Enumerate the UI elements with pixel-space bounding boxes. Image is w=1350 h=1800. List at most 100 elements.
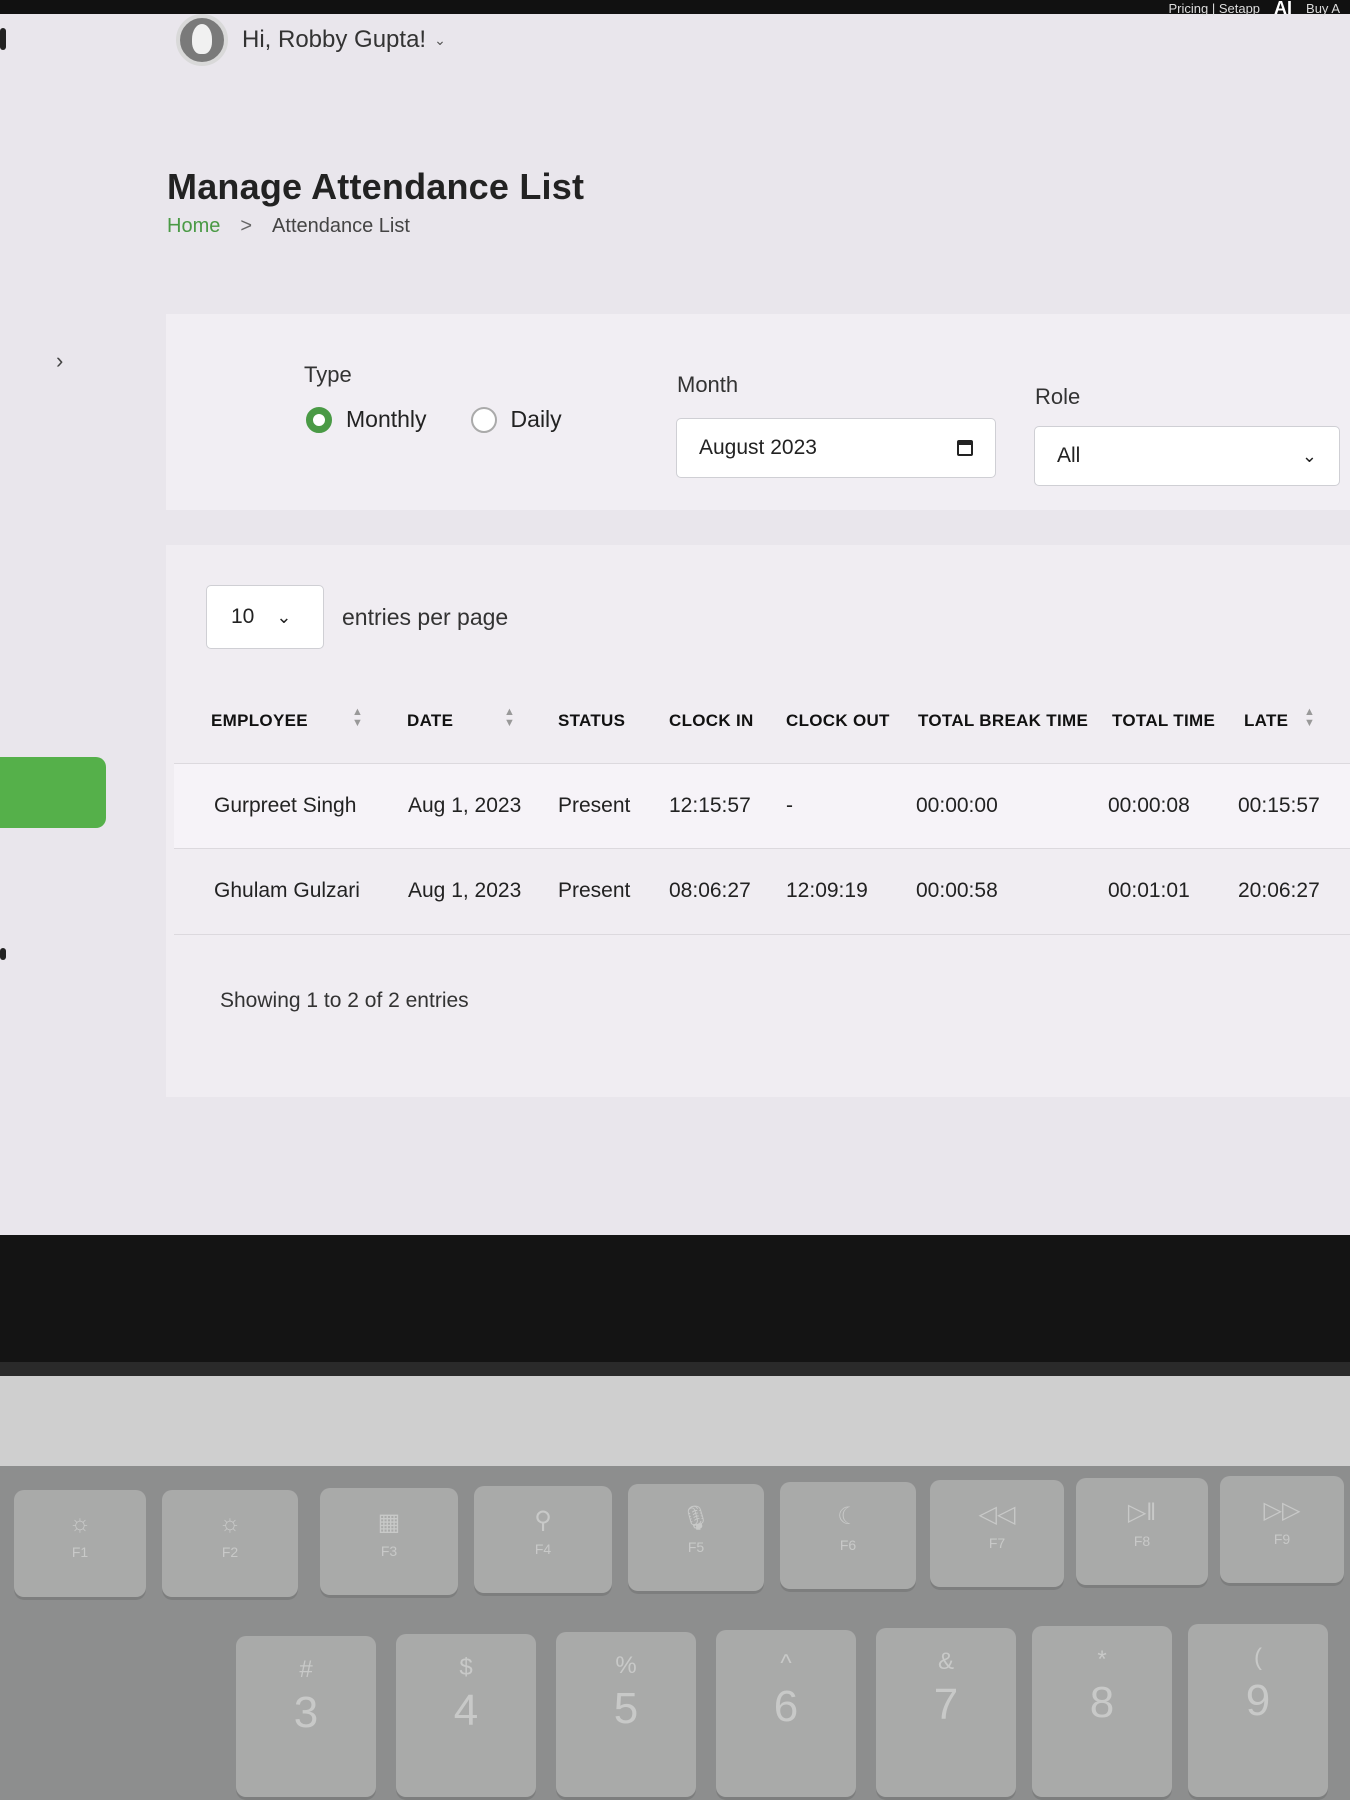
role-select[interactable]: All ⌄ [1034,426,1340,486]
column-header-late[interactable]: LATE [1244,711,1288,731]
cell-employee: Ghulam Gulzari [214,879,360,902]
filter-card: Type Monthly Daily Month August 2023 Rol… [166,314,1350,510]
key-8[interactable]: * 8 [1032,1626,1172,1800]
type-label: Type [304,362,352,387]
sidebar-expand-chevron-icon[interactable]: › [56,348,63,374]
cell-status: Present [558,879,631,902]
key-3[interactable]: # 3 [236,1636,376,1800]
moon-icon: ☾ [837,1503,859,1530]
cell-total-break-time: 00:00:58 [916,879,998,902]
keyboard: ☼ F1 ☼ F2 ▦ F3 ⚲ F4 🎙 F5 ☾ F6 ◁◁ F7 ▷‖ F… [0,1466,1350,1800]
breadcrumb: Home > Attendance List [167,215,410,238]
daily-radio-label[interactable]: Daily [511,406,562,433]
search-icon: ⚲ [534,1507,552,1534]
type-radio-group: Monthly Daily [306,406,562,433]
top-link-ai[interactable]: AI [1274,0,1292,19]
microphone-icon: 🎙 [680,1505,712,1532]
laptop-hinge [0,1362,1350,1376]
key-7[interactable]: & 7 [876,1628,1016,1800]
sidebar-edge-marker [0,948,6,960]
chevron-down-icon: ⌄ [276,606,292,627]
top-bar [0,0,1350,14]
monthly-radio[interactable] [306,406,332,433]
monthly-radio-label[interactable]: Monthly [346,406,427,433]
breadcrumb-home-link[interactable]: Home [167,215,220,238]
cell-date: Aug 1, 2023 [408,879,522,902]
month-picker[interactable]: August 2023 [676,418,996,478]
fast-forward-icon: ▷▷ [1263,1497,1301,1524]
rewind-icon: ◁◁ [978,1501,1016,1528]
table-header: EMPLOYEE ▲ ▼ DATE ▲ ▼ STATUS CLOCK IN CLOC… [166,693,1350,751]
cell-clock-out: - [786,794,793,817]
user-menu[interactable]: Hi, Robby Gupta! ⌄ [176,14,446,66]
cell-late: 00:15:57 [1238,794,1320,817]
screen: Pricing | Setapp AI Buy A › Hi, Robby Gu… [0,0,1350,1235]
key-f6[interactable]: ☾ F6 [780,1482,916,1592]
brightness-up-icon: ☼ [219,1510,241,1537]
column-header-clock-out[interactable]: CLOCK OUT [786,711,890,731]
key-f7[interactable]: ◁◁ F7 [930,1480,1064,1590]
key-f4[interactable]: ⚲ F4 [474,1486,612,1596]
key-f9[interactable]: ▷▷ F9 [1220,1476,1344,1586]
calendar-icon[interactable] [957,440,973,456]
entries-per-page-select[interactable]: 10 ⌄ [206,585,324,649]
cell-clock-in: 12:15:57 [669,794,751,817]
entries-per-page-label: entries per page [342,603,509,630]
key-4[interactable]: $ 4 [396,1634,536,1800]
cell-clock-out: 12:09:19 [786,879,868,902]
month-label: Month [677,372,739,397]
role-value: All [1057,444,1081,467]
sort-icon[interactable]: ▲ ▼ [352,707,363,729]
user-greeting[interactable]: Hi, Robby Gupta! [242,26,426,54]
top-link-buy[interactable]: Buy A [1306,1,1340,16]
entries-per-page-value: 10 [231,605,255,628]
table-entries-summary: Showing 1 to 2 of 2 entries [220,989,469,1012]
sidebar-active-item[interactable] [0,757,106,828]
key-6[interactable]: ^ 6 [716,1630,856,1800]
month-value: August 2023 [699,436,817,459]
column-header-clock-in[interactable]: CLOCK IN [669,711,754,731]
chevron-down-icon: ⌄ [1301,445,1317,466]
column-header-status[interactable]: STATUS [558,711,625,731]
page-title: Manage Attendance List [167,166,585,207]
attendance-table-card: 10 ⌄ entries per page EMPLOYEE ▲ ▼ DATE ▲… [166,545,1350,1097]
key-f8[interactable]: ▷‖ F8 [1076,1478,1208,1588]
cell-employee: Gurpreet Singh [214,794,357,817]
top-links: Pricing | Setapp AI Buy A [1168,0,1340,19]
cell-total-time: 00:00:08 [1108,794,1190,817]
sort-icon[interactable]: ▲ ▼ [1304,707,1315,729]
entries-per-page: 10 ⌄ entries per page [206,585,508,649]
daily-radio[interactable] [470,406,497,433]
keyboard-deck [0,1376,1350,1466]
play-pause-icon: ▷‖ [1127,1499,1157,1526]
cell-total-time: 00:01:01 [1108,879,1190,902]
cell-date: Aug 1, 2023 [408,794,522,817]
brightness-down-icon: ☼ [69,1510,91,1537]
cell-total-break-time: 00:00:00 [916,794,998,817]
chevron-down-icon[interactable]: ⌄ [434,32,446,49]
table-row[interactable]: Ghulam Gulzari Aug 1, 2023 Present 08:06… [174,849,1350,935]
breadcrumb-current: Attendance List [272,215,410,237]
column-header-total-break-time[interactable]: TOTAL BREAK TIME [918,711,1088,731]
laptop-bezel [0,1235,1350,1375]
key-f5[interactable]: 🎙 F5 [628,1484,764,1594]
key-9[interactable]: ( 9 [1188,1624,1328,1800]
cell-clock-in: 08:06:27 [669,879,751,902]
mission-control-icon: ▦ [377,1509,401,1536]
column-header-employee[interactable]: EMPLOYEE [211,711,308,731]
key-5[interactable]: % 5 [556,1632,696,1800]
breadcrumb-separator-icon: > [240,215,253,237]
column-header-total-time[interactable]: TOTAL TIME [1112,711,1215,731]
cell-status: Present [558,794,631,817]
avatar[interactable] [176,14,228,66]
key-f2[interactable]: ☼ F2 [162,1490,298,1600]
sort-icon[interactable]: ▲ ▼ [504,707,515,729]
top-link-pricing[interactable]: Pricing | Setapp [1168,1,1260,16]
role-label: Role [1035,384,1081,409]
key-f3[interactable]: ▦ F3 [320,1488,458,1598]
cell-late: 20:06:27 [1238,879,1320,902]
column-header-date[interactable]: DATE [407,711,453,731]
table-row[interactable]: Gurpreet Singh Aug 1, 2023 Present 12:15… [174,763,1350,849]
sidebar-edge-marker [0,28,6,50]
key-f1[interactable]: ☼ F1 [14,1490,146,1600]
